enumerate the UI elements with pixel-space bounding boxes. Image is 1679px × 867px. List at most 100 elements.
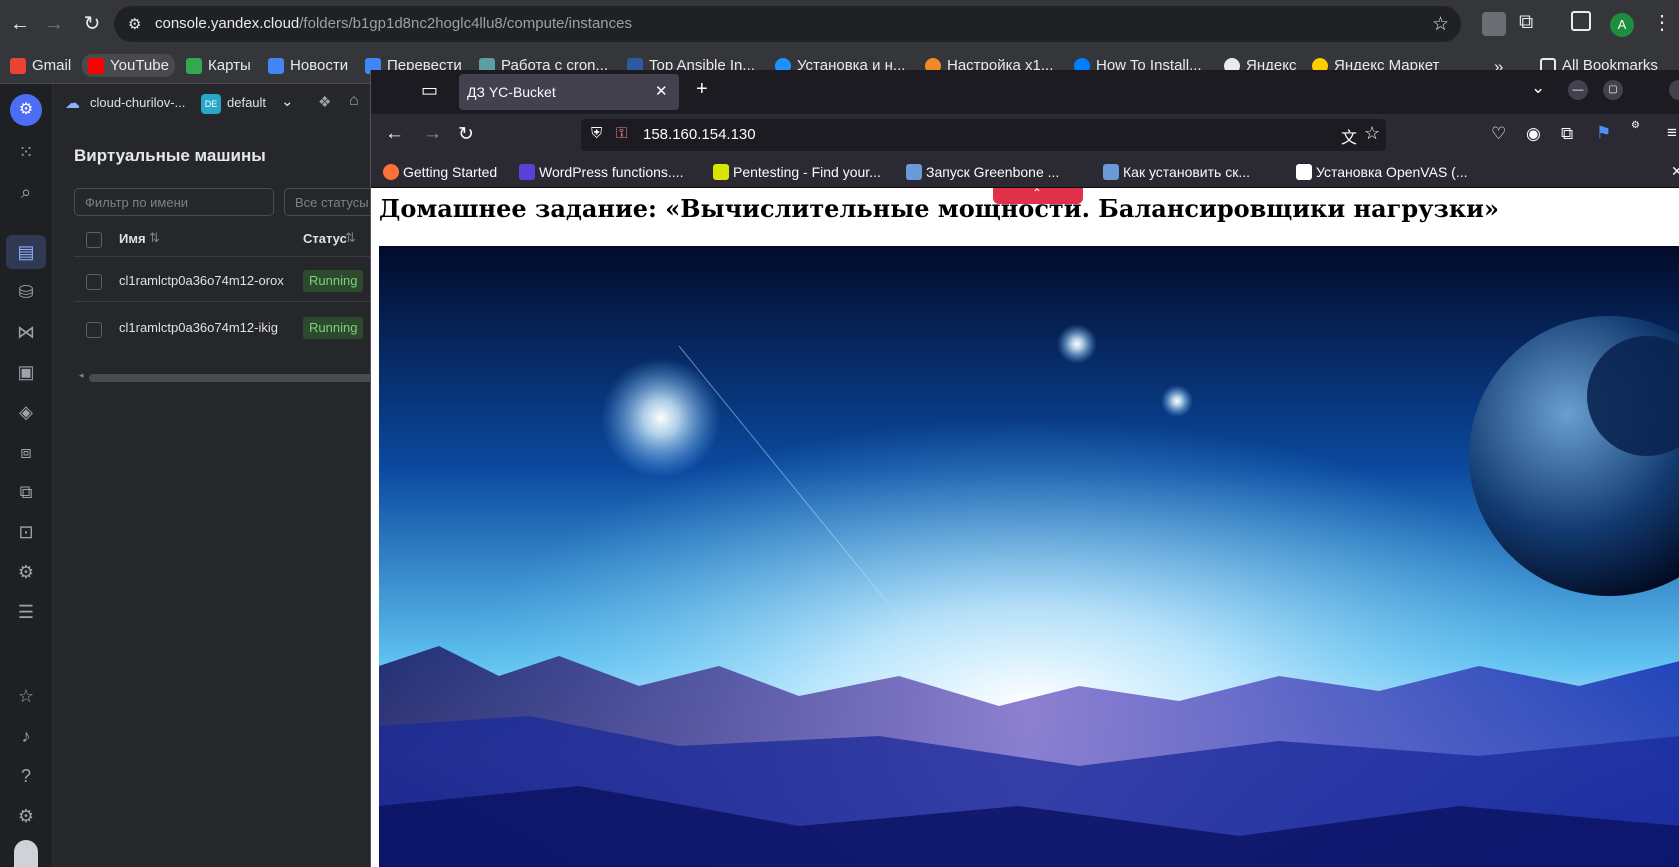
firefox-bookmarks-bar: Getting Started WordPress functions.... … <box>371 158 1679 188</box>
close-window-icon[interactable] <box>1669 80 1679 100</box>
services-icon[interactable]: ❖ <box>318 93 331 111</box>
gpu-icon[interactable]: ⚙ <box>14 560 38 584</box>
extension-blue-icon[interactable]: ⚑ <box>1596 123 1611 143</box>
select-all-checkbox[interactable] <box>86 232 102 248</box>
bookmark-maps[interactable]: Карты <box>186 57 251 74</box>
bookmark-label: Getting Started <box>403 164 498 180</box>
g-icon <box>1296 164 1312 180</box>
vm-name[interactable]: cl1ramlctp0a36o74m12-orox <box>119 273 284 288</box>
minimize-icon[interactable]: — <box>1568 80 1588 100</box>
placement-icon[interactable]: ⊡ <box>14 520 38 544</box>
disks-icon[interactable]: ⛁ <box>14 280 38 304</box>
search-icon[interactable]: ⌕ <box>14 180 38 204</box>
row-checkbox[interactable] <box>86 274 102 290</box>
chrome-menu-icon[interactable]: ⋮ <box>1652 10 1672 35</box>
chrome-address-bar[interactable]: ⚙ console.yandex.cloud/folders/b1gp1d8nc… <box>114 6 1461 42</box>
youtube-icon <box>88 57 104 74</box>
notifications-bell-icon[interactable]: ♪ <box>14 724 38 748</box>
profile-avatar[interactable]: A <box>1610 13 1634 37</box>
column-status-header[interactable]: Статус <box>303 231 347 246</box>
bookmark-pentesting[interactable]: Pentesting - Find your... <box>713 164 881 180</box>
sort-icon[interactable]: ⇅ <box>149 230 160 246</box>
forward-icon[interactable]: → <box>40 10 68 38</box>
bookmark-gmail[interactable]: Gmail <box>10 57 71 74</box>
bookmarks-close-icon[interactable]: ✕ <box>1671 163 1679 180</box>
extensions-puzzle-icon[interactable]: ⧉ <box>1519 11 1533 34</box>
cloud-name[interactable]: cloud-churilov-... <box>90 95 185 110</box>
vm-name[interactable]: cl1ramlctp0a36o74m12-ikig <box>119 320 278 335</box>
operations-icon[interactable]: ☰ <box>14 600 38 624</box>
column-name-header[interactable]: Имя <box>119 231 146 246</box>
new-tab-plus-icon[interactable]: + <box>696 78 708 101</box>
tab-overview-icon[interactable]: ▭ <box>421 80 438 101</box>
reload-icon[interactable]: ↻ <box>78 10 106 38</box>
sort-icon[interactable]: ⇅ <box>345 230 356 246</box>
extension-icon[interactable] <box>1482 12 1506 36</box>
bookmark-wordpress[interactable]: WordPress functions.... <box>519 164 683 180</box>
settings-gear-icon[interactable]: ⚙ <box>14 804 38 828</box>
tab-active[interactable]: ДЗ YC-Bucket ✕ <box>459 74 679 110</box>
snapshots-icon[interactable]: ⧉ <box>14 480 38 504</box>
firefox-address-bar[interactable]: ⛨ ⚿ 158.160.154.130 文 ☆ <box>581 119 1386 151</box>
help-icon[interactable]: ? <box>14 764 38 788</box>
bookmark-label: Pentesting - Find your... <box>733 164 881 180</box>
bookmark-star-icon[interactable]: ☆ <box>1432 13 1449 36</box>
chrome-url[interactable]: console.yandex.cloud/folders/b1gp1d8nc2h… <box>155 15 632 32</box>
bookmark-greenbone[interactable]: Запуск Greenbone ... <box>906 164 1059 180</box>
chevron-down-icon[interactable]: ⌄ <box>281 92 294 110</box>
bookmark-label: Новости <box>290 57 349 74</box>
pocket-icon[interactable]: ♡ <box>1491 124 1506 144</box>
horizontal-scrollbar[interactable] <box>89 374 373 382</box>
greenbone-icon <box>906 164 922 180</box>
row-checkbox[interactable] <box>86 322 102 338</box>
insecure-lock-icon[interactable]: ⚿ <box>616 125 627 142</box>
folder-name[interactable]: default <box>227 95 266 110</box>
reload-icon[interactable]: ↻ <box>458 123 474 146</box>
favorites-star-icon[interactable]: ☆ <box>14 684 38 708</box>
tab-close-icon[interactable]: ✕ <box>655 82 668 100</box>
scroll-left-icon[interactable]: ◂ <box>79 370 84 381</box>
back-icon[interactable]: ← <box>6 10 34 38</box>
language-extension-icon[interactable]: ⚙ <box>1631 120 1640 131</box>
layers-icon[interactable]: ◈ <box>14 400 38 424</box>
home-icon[interactable]: ⌂ <box>349 92 359 110</box>
app-menu-icon[interactable]: ≡ <box>1667 123 1677 143</box>
page-title: Виртуальные машины <box>74 146 266 165</box>
translate-icon[interactable]: 文 <box>1341 124 1357 148</box>
account-icon[interactable]: ◉ <box>1526 124 1541 144</box>
extensions-icon[interactable]: ⧉ <box>1561 124 1573 144</box>
bookmark-label: Gmail <box>32 57 72 74</box>
bookmark-openvas[interactable]: Установка OpenVAS (... <box>1296 164 1468 180</box>
bookmark-kak-ustanovit[interactable]: Как установить ск... <box>1103 164 1250 180</box>
row-divider <box>74 301 373 302</box>
yc-sidebar-rail: ⚙ ⁙ ⌕ ▤ ⛁ ⋈ ▣ ◈ ⧈ ⧉ ⊡ ⚙ ☰ ☆ ♪ ? ⚙ <box>0 84 53 867</box>
network-icon[interactable]: ⋈ <box>14 320 38 344</box>
status-filter-select[interactable]: Все статусы <box>284 188 384 216</box>
bookmark-label: Установка OpenVAS (... <box>1316 164 1468 180</box>
bookmark-news[interactable]: Новости <box>268 57 348 74</box>
bookmark-label: Как установить ск... <box>1123 164 1251 180</box>
yc-breadcrumb-bar: ☁ cloud-churilov-... DE default ⌄ ❖ ⌂ <box>53 84 373 124</box>
forward-icon[interactable]: → <box>423 123 442 145</box>
url-text[interactable]: 158.160.154.130 <box>643 126 756 143</box>
apps-grid-icon[interactable]: ⁙ <box>14 140 38 164</box>
images-icon[interactable]: ▣ <box>14 360 38 384</box>
user-avatar[interactable] <box>14 840 38 867</box>
bookmark-star-icon[interactable]: ☆ <box>1364 123 1380 144</box>
site-info-icon[interactable]: ⚙ <box>128 15 141 33</box>
bookmark-youtube[interactable]: YouTube <box>82 54 175 77</box>
bookmark-label: Запуск Greenbone ... <box>926 164 1060 180</box>
back-icon[interactable]: ← <box>385 123 404 145</box>
web-page: ⌃ Домашнее задание: «Вычислительные мощн… <box>371 188 1679 867</box>
compute-icon[interactable]: ▤ <box>14 240 38 264</box>
bookmark-label: YouTube <box>110 57 169 74</box>
shield-icon[interactable]: ⛨ <box>591 125 602 142</box>
filter-name-input[interactable]: Фильтр по имени <box>74 188 274 216</box>
maximize-icon[interactable]: ▢ <box>1603 80 1623 100</box>
yc-logo-icon[interactable]: ⚙ <box>10 94 42 126</box>
side-panel-icon[interactable] <box>1571 11 1591 31</box>
firefox-nav-bar: ← → ↻ ⛨ ⚿ 158.160.154.130 文 ☆ ♡ ◉ ⧉ ⚑ ⚙ … <box>371 114 1679 158</box>
groups-icon[interactable]: ⧈ <box>14 440 38 464</box>
bookmark-getting-started[interactable]: Getting Started <box>383 164 497 180</box>
list-tabs-chevron-icon[interactable]: ⌄ <box>1531 78 1545 98</box>
